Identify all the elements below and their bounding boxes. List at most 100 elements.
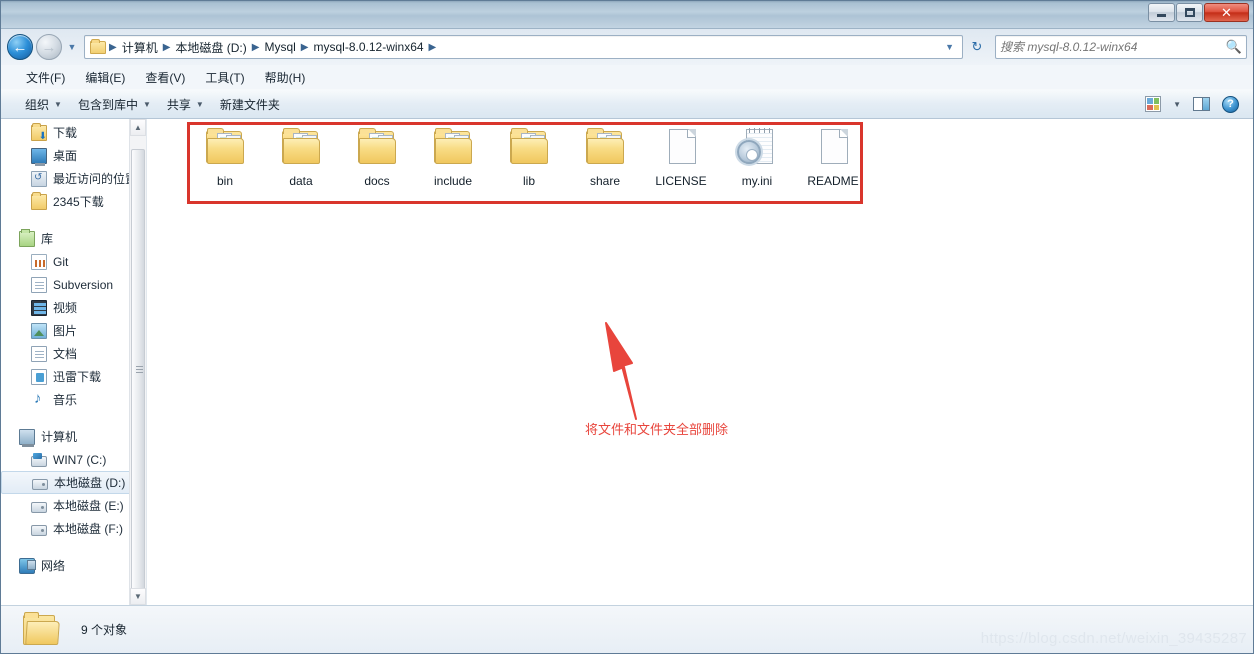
navigation-group-gap [1, 540, 146, 554]
close-button[interactable]: ✕ [1204, 3, 1249, 22]
include-in-library-label: 包含到库中 [77, 97, 138, 112]
chevron-down-icon[interactable]: ▼ [939, 42, 960, 52]
sidebar-item-label: 计算机 [41, 430, 78, 444]
sidebar-item-label: 桌面 [53, 149, 78, 163]
folder-icon [23, 611, 63, 647]
command-bar: 组织 ▼ 包含到库中 ▼ 共享 ▼ 新建文件夹 ▼ ? [1, 89, 1253, 119]
explorer-window: ✕ ← → ▼ ▶ 计算机 ▶ 本地磁盘 (D:) ▶ Mysql ▶ mysq… [0, 0, 1254, 654]
navigation-list: 下载桌面最近访问的位置 2345下载库 Git Subversion 视频图片文档迅雷下… [1, 119, 146, 577]
chevron-down-icon: ▼ [142, 99, 151, 109]
sidebar-item-label: 音乐 [53, 393, 78, 407]
sidebar-item-下载[interactable]: 下载 [1, 121, 146, 144]
thunder-download-icon [31, 368, 47, 385]
search-box[interactable]: 🔍 [995, 35, 1247, 59]
desktop-icon [31, 147, 47, 166]
share-button[interactable]: 共享 ▼ [159, 92, 212, 117]
sidebar-item-音乐[interactable]: 音乐 [1, 388, 146, 411]
search-icon[interactable]: 🔍 [1226, 39, 1242, 55]
navigation-pane: 下载桌面最近访问的位置 2345下载库 Git Subversion 视频图片文档迅雷下… [1, 119, 147, 605]
watermark: https://blog.csdn.net/weixin_39435287 [981, 630, 1247, 647]
navigation-scrollbar[interactable]: ▲ ▼ [129, 119, 146, 605]
scroll-down-button[interactable]: ▼ [130, 588, 146, 605]
video-icon [31, 299, 47, 316]
help-button[interactable]: ? [1216, 95, 1245, 113]
sidebar-item-win7-c-[interactable]: WIN7 (C:) [1, 448, 146, 471]
breadcrumb[interactable]: ▶ 计算机 ▶ 本地磁盘 (D:) ▶ Mysql ▶ mysql-8.0.12… [84, 35, 963, 59]
scroll-up-button[interactable]: ▲ [130, 119, 146, 136]
window-controls: ✕ [1148, 3, 1249, 22]
sidebar-item-图片[interactable]: 图片 [1, 319, 146, 342]
sidebar-item-迅雷下载[interactable]: 迅雷下载 [1, 365, 146, 388]
share-label: 共享 [166, 97, 191, 112]
document-icon [31, 276, 47, 293]
menu-bar: 文件(F) 编辑(E) 查看(V) 工具(T) 帮助(H) [1, 65, 1253, 89]
restore-button[interactable] [1176, 3, 1203, 22]
sidebar-item-网络[interactable]: 网络 [1, 554, 146, 577]
organize-button[interactable]: 组织 ▼ [17, 92, 70, 117]
menu-view[interactable]: 查看(V) [136, 66, 194, 89]
sidebar-item-label: 2345下载 [53, 195, 104, 209]
watermark-text: https://blog.csdn.net/weixin_39435287 [980, 630, 1247, 647]
sidebar-item-label: WIN7 (C:) [53, 452, 107, 467]
sidebar-item-2345下载[interactable]: 2345下载 [1, 190, 146, 213]
back-button[interactable]: ← [7, 34, 33, 60]
sidebar-item-桌面[interactable]: 桌面 [1, 144, 146, 167]
view-mode-icon [1145, 96, 1162, 112]
sidebar-item-最近访问的位置[interactable]: 最近访问的位置 [1, 167, 146, 190]
sidebar-item-label: 网络 [41, 559, 66, 573]
organize-label: 组织 [25, 97, 50, 112]
file-list-pane[interactable]: bin data docs include lib share LICENSE my.ini R… [147, 119, 1253, 605]
breadcrumb-separator: ▶ [162, 41, 171, 53]
breadcrumb-separator: ▶ [251, 41, 260, 53]
menu-help[interactable]: 帮助(H) [256, 66, 315, 89]
computer-icon [19, 428, 35, 447]
preview-pane-button[interactable] [1187, 97, 1216, 111]
forward-button[interactable]: → [36, 34, 62, 60]
windows-drive-icon [31, 452, 47, 467]
sidebar-item-本地磁盘-e-[interactable]: 本地磁盘 (E:) [1, 494, 146, 517]
sidebar-item-git[interactable]: Git [1, 250, 146, 273]
folder-icon [90, 38, 106, 54]
sidebar-item-本地磁盘-d-[interactable]: 本地磁盘 (D:) [1, 471, 140, 494]
sidebar-item-label: 最近访问的位置 [53, 172, 138, 186]
title-bar: ✕ [1, 1, 1253, 29]
menu-edit[interactable]: 编辑(E) [76, 66, 134, 89]
explorer-body: 下载桌面最近访问的位置 2345下载库 Git Subversion 视频图片文档迅雷下… [1, 119, 1253, 605]
search-input[interactable] [1000, 40, 1226, 54]
scrollbar-thumb[interactable] [131, 149, 145, 594]
refresh-button[interactable]: ↻ [966, 39, 988, 55]
sidebar-item-库[interactable]: 库 [1, 227, 146, 250]
help-icon: ? [1222, 95, 1239, 113]
chevron-down-icon: ▼ [54, 99, 62, 109]
new-folder-button[interactable]: 新建文件夹 [212, 92, 288, 117]
library-icon [19, 228, 35, 247]
sidebar-item-label: 本地磁盘 (D:) [54, 476, 126, 490]
sidebar-item-label: 图片 [53, 324, 78, 338]
breadcrumb-item-mysql-8012-winx64[interactable]: mysql-8.0.12-winx64 [310, 40, 428, 54]
navigation-group-gap [1, 213, 146, 227]
annotation-arrow-icon [605, 322, 637, 420]
sidebar-item-文档[interactable]: 文档 [1, 342, 146, 365]
sidebar-item-视频[interactable]: 视频 [1, 296, 146, 319]
history-dropdown-icon[interactable]: ▼ [65, 42, 79, 52]
sidebar-item-本地磁盘-f-[interactable]: 本地磁盘 (F:) [1, 517, 146, 540]
recent-places-icon [31, 170, 47, 187]
breadcrumb-item-computer[interactable]: 计算机 [118, 39, 162, 56]
sidebar-item-subversion[interactable]: Subversion [1, 273, 146, 296]
breadcrumb-item-mysql[interactable]: Mysql [260, 40, 299, 54]
hard-disk-icon [31, 524, 47, 536]
sidebar-item-计算机[interactable]: 计算机 [1, 425, 146, 448]
chevron-down-icon: ▼ [1173, 99, 1181, 109]
annotation-text: 将文件和文件夹全部删除 [585, 422, 729, 437]
change-view-button[interactable] [1139, 96, 1167, 112]
menu-file[interactable]: 文件(F) [17, 66, 74, 89]
menu-tools[interactable]: 工具(T) [196, 66, 253, 89]
hard-disk-icon [31, 501, 47, 513]
documents-icon [31, 345, 47, 362]
hard-disk-icon [32, 478, 48, 490]
item-count-label: 9 个对象 [81, 623, 128, 637]
breadcrumb-item-drive-d[interactable]: 本地磁盘 (D:) [171, 39, 250, 56]
view-dropdown-button[interactable]: ▼ [1167, 100, 1187, 109]
minimize-button[interactable] [1148, 3, 1175, 22]
include-in-library-button[interactable]: 包含到库中 ▼ [70, 92, 159, 117]
